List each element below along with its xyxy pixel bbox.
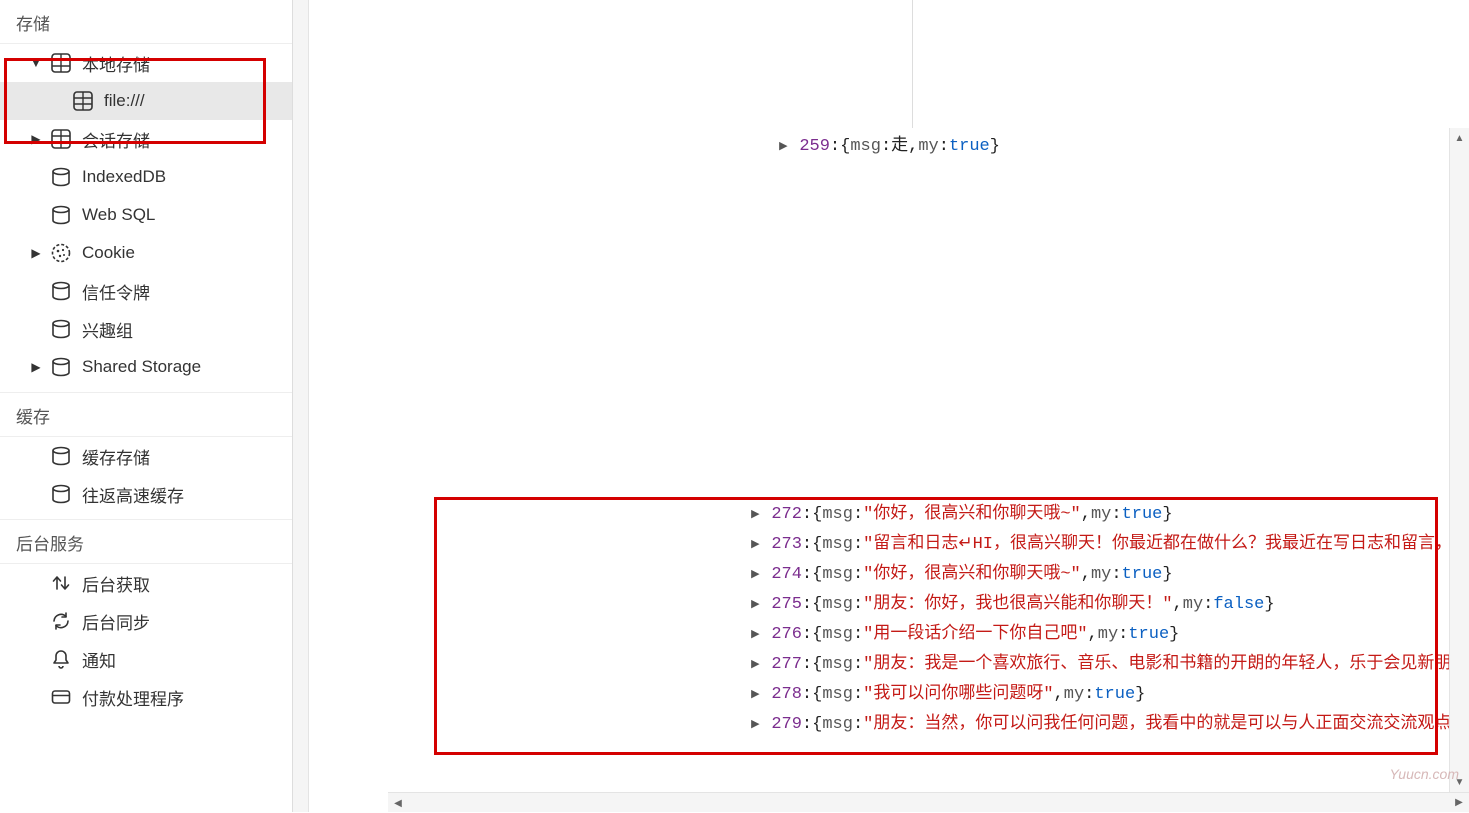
row-index: 275 (771, 590, 802, 620)
tree-shared-storage[interactable]: ▶ Shared Storage (0, 348, 292, 386)
tree-websql[interactable]: ▶ Web SQL (0, 196, 292, 234)
tree-label: Shared Storage (82, 357, 201, 377)
tree-label: 付款处理程序 (82, 685, 184, 710)
horizontal-scrollbar[interactable]: ◀ ▶ (388, 792, 1469, 812)
tree-local-file[interactable]: file:/// (0, 82, 292, 120)
section-storage-header: 存储 (0, 0, 292, 44)
tree-label: 往返高速缓存 (82, 482, 184, 507)
chevron-right-icon: ▶ (28, 132, 44, 146)
tree-bg-sync[interactable]: ▶ 后台同步 (0, 602, 292, 640)
tree-session-storage[interactable]: ▶ 会话存储 (0, 120, 292, 158)
object-row[interactable]: ▶279: {msg: "朋友：当然，你可以问我任何问题，我看中的就是可以与人正… (309, 710, 1469, 740)
row-index: 277 (771, 650, 802, 680)
expand-icon[interactable]: ▶ (747, 620, 763, 650)
database-icon (50, 318, 72, 340)
sync-icon (50, 610, 72, 632)
tree-label: file:/// (104, 91, 145, 111)
sidebar: 存储 ▼ 本地存储 file:/// ▶ 会话存储 ▶ (0, 0, 293, 812)
object-row[interactable]: ▶273: {msg: "留言和日志↵HI，很高兴聊天！你最近都在做什么？我最近… (309, 530, 1469, 560)
bell-icon (50, 648, 72, 670)
object-row[interactable]: ▶278: {msg: "我可以问你哪些问题呀", my: true} (309, 680, 1469, 710)
row-index: 278 (771, 680, 802, 710)
card-icon (50, 686, 72, 708)
object-row[interactable]: ▶276: {msg: "用一段话介绍一下你自己吧", my: true} (309, 620, 1469, 650)
tree-cache-storage[interactable]: ▶ 缓存存储 (0, 437, 292, 475)
row-index: 274 (771, 560, 802, 590)
section-cache-header: 缓存 (0, 392, 292, 437)
content-panel: ▶259: {msg: 走 , my: true}▶272: {msg: "你好… (309, 0, 1469, 812)
expand-icon[interactable]: ▶ (775, 132, 791, 162)
tree-label: 缓存存储 (82, 444, 150, 469)
expand-icon[interactable]: ▶ (747, 560, 763, 590)
scroll-left-icon[interactable]: ◀ (388, 794, 408, 813)
storage-grid-icon (72, 90, 94, 112)
section-services-header: 后台服务 (0, 519, 292, 564)
storage-grid-icon (50, 128, 72, 150)
row-index: 272 (771, 500, 802, 530)
expand-icon[interactable]: ▶ (747, 530, 763, 560)
tree-payment[interactable]: ▶ 付款处理程序 (0, 678, 292, 716)
row-index: 273 (771, 530, 802, 560)
object-row[interactable]: ▶275: {msg: "朋友：你好，我也很高兴能和你聊天！", my: fal… (309, 590, 1469, 620)
object-row[interactable]: ▶259: {msg: 走 , my: true} (309, 132, 1469, 162)
expand-icon[interactable]: ▶ (747, 680, 763, 710)
scroll-down-icon[interactable]: ▼ (1450, 772, 1469, 792)
object-row[interactable]: ▶272: {msg: "你好，很高兴和你聊天哦~", my: true} (309, 500, 1469, 530)
tree-label: IndexedDB (82, 167, 166, 187)
tree-trust-tokens[interactable]: ▶ 信任令牌 (0, 272, 292, 310)
tree-indexeddb[interactable]: ▶ IndexedDB (0, 158, 292, 196)
tree-label: 信任令牌 (82, 279, 150, 304)
object-viewer: ▶259: {msg: 走 , my: true}▶272: {msg: "你好… (309, 128, 1469, 812)
row-index: 276 (771, 620, 802, 650)
expand-icon[interactable]: ▶ (747, 650, 763, 680)
cookie-icon (50, 242, 72, 264)
scroll-right-icon[interactable]: ▶ (1449, 793, 1469, 812)
tree-notifications[interactable]: ▶ 通知 (0, 640, 292, 678)
tree-label: 兴趣组 (82, 317, 133, 342)
tree-bfcache[interactable]: ▶ 往返高速缓存 (0, 475, 292, 513)
database-icon (50, 166, 72, 188)
tree-label: 本地存储 (82, 51, 150, 76)
panel-splitter[interactable] (293, 0, 309, 812)
database-icon (50, 483, 72, 505)
top-divider (912, 0, 913, 128)
expand-icon[interactable]: ▶ (747, 710, 763, 740)
tree-label: 会话存储 (82, 127, 150, 152)
database-icon (50, 204, 72, 226)
tree-label: 通知 (82, 647, 116, 672)
tree-bg-fetch[interactable]: ▶ 后台获取 (0, 564, 292, 602)
vertical-scrollbar[interactable]: ▲ ▼ (1449, 128, 1469, 792)
tree-label: 后台获取 (82, 571, 150, 596)
chevron-down-icon: ▼ (28, 56, 44, 70)
scroll-up-icon[interactable]: ▲ (1450, 128, 1469, 148)
expand-icon[interactable]: ▶ (747, 590, 763, 620)
object-row[interactable]: ▶277: {msg: "朋友：我是一个喜欢旅行、音乐、电影和书籍的开朗的年轻人… (309, 650, 1469, 680)
row-index: 259 (799, 132, 830, 162)
tree-cookie[interactable]: ▶ Cookie (0, 234, 292, 272)
tree-label: Cookie (82, 243, 135, 263)
database-icon (50, 445, 72, 467)
object-row[interactable]: ▶274: {msg: "你好，很高兴和你聊天哦~", my: true} (309, 560, 1469, 590)
chevron-right-icon: ▶ (28, 246, 44, 260)
row-index: 279 (771, 710, 802, 740)
tree-label: Web SQL (82, 205, 155, 225)
database-icon (50, 356, 72, 378)
tree-label: 后台同步 (82, 609, 150, 634)
chevron-right-icon: ▶ (28, 360, 44, 374)
tree-interest-groups[interactable]: ▶ 兴趣组 (0, 310, 292, 348)
database-icon (50, 280, 72, 302)
updown-icon (50, 572, 72, 594)
expand-icon[interactable]: ▶ (747, 500, 763, 530)
storage-grid-icon (50, 52, 72, 74)
tree-local-storage[interactable]: ▼ 本地存储 (0, 44, 292, 82)
